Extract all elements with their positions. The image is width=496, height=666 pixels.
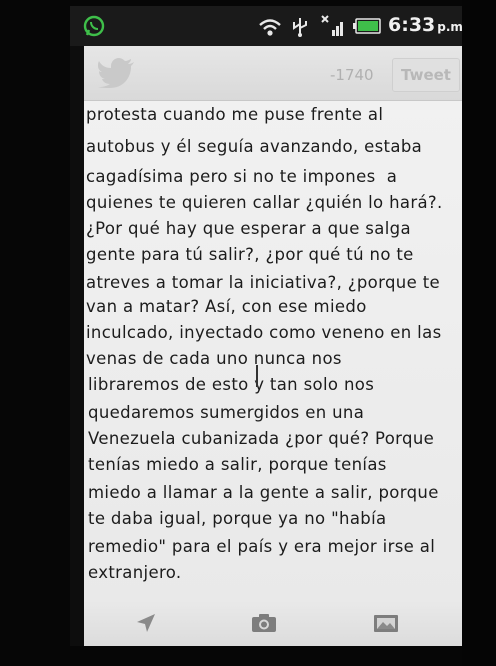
battery-icon [352, 17, 382, 35]
phone-screen: 6:33p.m. -1740 Tweet protesta cuando me … [70, 6, 462, 646]
character-counter: -1740 [330, 66, 374, 84]
screen-bezel [462, 0, 496, 666]
compose-toolbar [84, 601, 462, 646]
tweet-text-line: remedio" para el país y era mejor irse a… [88, 537, 436, 556]
tweet-text-line: venas de cada uno nunca nos [86, 349, 342, 368]
signal-icon [320, 14, 346, 38]
tweet-text-line: quienes te quieren callar ¿quién lo hará… [86, 193, 443, 212]
compose-header: -1740 Tweet [84, 46, 462, 101]
tweet-text-line: protesta cuando me puse frente al [86, 105, 384, 124]
gallery-icon[interactable] [372, 611, 400, 635]
tweet-text-line: miedo a llamar a la gente a salir, porqu… [88, 483, 439, 502]
wifi-icon [258, 18, 282, 38]
tweet-button[interactable]: Tweet [392, 58, 460, 92]
tweet-text-line: atreves a tomar la iniciativa?, ¿porque … [86, 273, 441, 292]
status-clock: 6:33p.m. [388, 14, 462, 36]
text-cursor [256, 365, 258, 387]
twitter-bird-icon [98, 58, 136, 88]
status-bar: 6:33p.m. [70, 6, 462, 46]
tweet-text-line: libraremos de esto y tan solo nos [88, 375, 375, 394]
tweet-text-line: tenías miedo a salir, porque tenías [88, 455, 387, 474]
tweet-text-line: quedaremos sumergidos en una [88, 403, 365, 422]
location-arrow-icon[interactable] [132, 611, 160, 635]
tweet-text-line: ¿Por qué hay que esperar a que salga [86, 219, 411, 238]
tweet-text-line: autobus y él seguía avanzando, estaba [86, 137, 423, 156]
camera-icon[interactable] [250, 611, 278, 635]
usb-icon [290, 16, 310, 38]
tweet-text-line: cagadísima pero si no te impones a [86, 167, 398, 186]
whatsapp-icon [82, 14, 106, 38]
tweet-text-line: extranjero. [88, 563, 182, 582]
tweet-text-line: Venezuela cubanizada ¿por qué? Porque [88, 429, 435, 448]
tweet-text-line: gente para tú salir?, ¿por qué tú no te [86, 245, 414, 264]
tweet-text-area[interactable]: protesta cuando me puse frente al autobu… [84, 101, 462, 601]
tweet-text-line: van a matar? Así, con ese miedo [86, 297, 367, 316]
tweet-text-line: inculcado, inyectado como veneno en las [86, 323, 442, 342]
tweet-text-line: te daba igual, porque ya no "había [88, 509, 387, 528]
